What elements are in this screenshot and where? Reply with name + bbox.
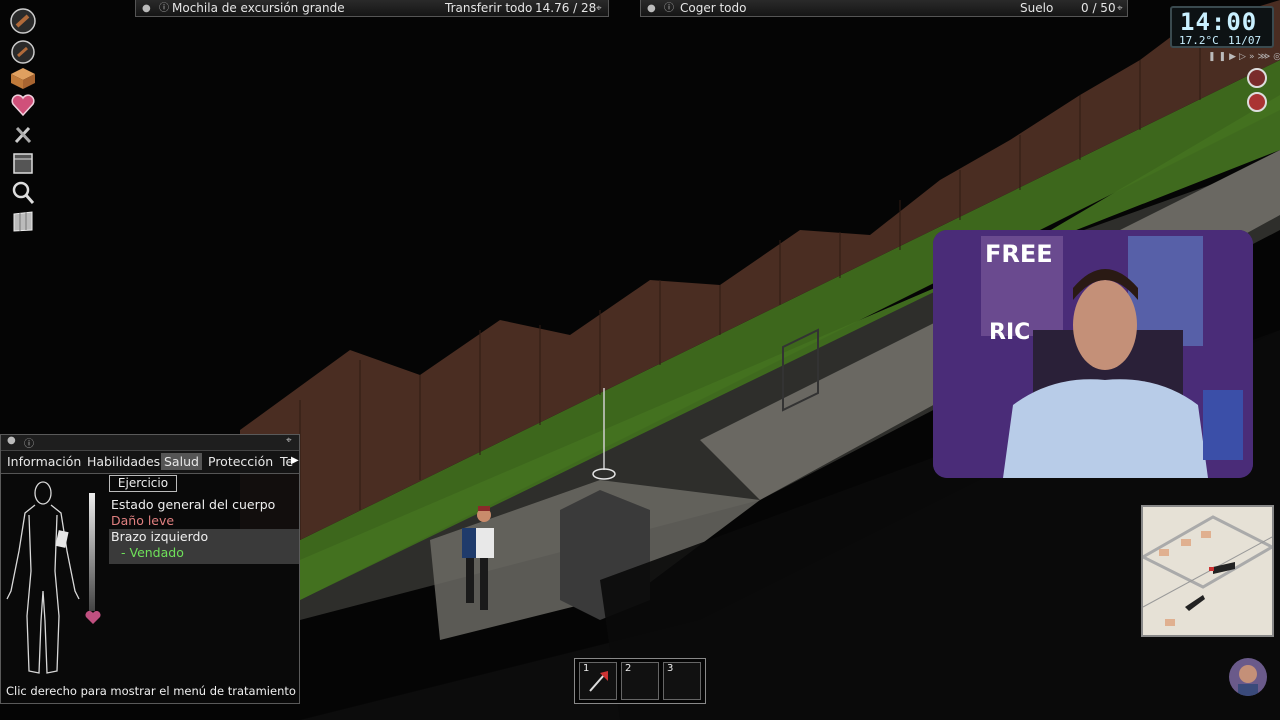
slot-number: 3 [667,663,674,674]
clock-temperature: 17.2°C [1179,34,1219,47]
tab-proteccion[interactable]: Protección [205,453,276,470]
take-all-button[interactable]: Coger todo [680,0,746,17]
treatment-hint: Clic derecho para mostrar el menú de tra… [6,684,296,698]
floor-inventory-bar[interactable]: ● ⓘ Coger todo Suelo 0 / 50 ⌖ [640,0,1128,17]
info-icon[interactable]: ⓘ [24,435,34,450]
backpack-weight: 14.76 / 28 [535,1,597,15]
body-status-header: Estado general del cuerpo [111,497,276,512]
minimap[interactable] [1141,505,1274,637]
streamer-avatar [1229,658,1267,696]
main-hand-weapon-icon[interactable] [9,8,37,34]
pin-icon[interactable]: ⌖ [286,435,292,446]
game-clock: 14:00 17.2°C 11/07 [1170,6,1274,48]
mouth-moodle-icon[interactable] [1247,92,1267,112]
minimap-render [1143,515,1272,626]
slot-number: 2 [625,663,632,674]
hotbar[interactable]: 1 2 3 [574,658,706,704]
info-icon[interactable]: ⓘ [159,0,169,17]
body-status-value: Daño leve [111,513,175,528]
tab-scroll-right-icon[interactable]: ▶ [291,455,299,466]
slot-number: 1 [583,663,590,674]
transfer-all-button[interactable]: Transferir todo [445,0,532,17]
streamer-webcam: FREE RIC [933,230,1253,478]
hotbar-slot-2[interactable]: 2 [621,662,659,700]
info-icon[interactable]: ⓘ [664,0,674,17]
body-part-name[interactable]: Brazo izquierdo [111,529,208,544]
floor-label: Suelo [1020,1,1054,15]
health-bar [89,493,95,611]
clock-date: 11/07 [1228,34,1262,47]
tab-habilidades[interactable]: Habilidades [84,453,163,470]
crafting-hammer-icon[interactable] [9,121,37,147]
floor-weight: 0 / 50 [1081,1,1116,15]
hotbar-slot-1[interactable]: 1 [579,662,617,700]
hunger-moodle-icon[interactable] [1247,68,1267,88]
storage-container-icon[interactable] [9,150,37,176]
panel-tabs: Información Habilidades Salud Protección… [1,451,299,474]
pin-icon[interactable]: ⌖ [596,0,602,17]
map-icon[interactable] [9,208,37,234]
search-magnifier-icon[interactable] [9,180,37,206]
poster-text-free: FREE [985,240,1053,268]
backpack-inventory-bar[interactable]: ● ⓘ Mochila de excursión grande Transfer… [135,0,609,17]
backpack-title: Mochila de excursión grande [172,1,345,15]
inventory-box-icon[interactable] [9,65,37,91]
game-speed-controls[interactable]: ❚❚▶▷»⋙◎ [1208,52,1280,62]
play-icon[interactable]: ▶ [1229,52,1239,62]
fast-forward-icon[interactable]: ▷ [1239,52,1249,62]
exercise-button[interactable]: Ejercicio [109,475,177,492]
poster-text-ric: RIC [989,320,1031,345]
health-heart-icon[interactable] [9,92,37,118]
close-icon[interactable]: ● [647,0,656,17]
tab-informacion[interactable]: Información [4,453,84,470]
fastest-forward-icon[interactable]: ⋙ [1257,52,1273,62]
secondary-weapon-icon[interactable] [9,39,37,65]
close-icon[interactable]: ● [142,0,151,17]
panel-titlebar[interactable]: ● ⓘ ⌖ [1,435,299,451]
clock-time: 14:00 [1180,8,1258,36]
health-heart-indicator-icon [85,611,101,624]
tab-salud[interactable]: Salud [161,453,202,470]
pin-icon[interactable]: ⌖ [1117,0,1123,17]
body-part-treatment: - Vendado [121,545,184,560]
speed-options-icon[interactable]: ◎ [1273,52,1280,62]
close-icon[interactable]: ● [7,435,16,446]
pause-icon[interactable]: ❚❚ [1208,52,1229,62]
hotbar-slot-3[interactable]: 3 [663,662,701,700]
body-silhouette [6,481,80,674]
webcam-image [933,230,1253,478]
